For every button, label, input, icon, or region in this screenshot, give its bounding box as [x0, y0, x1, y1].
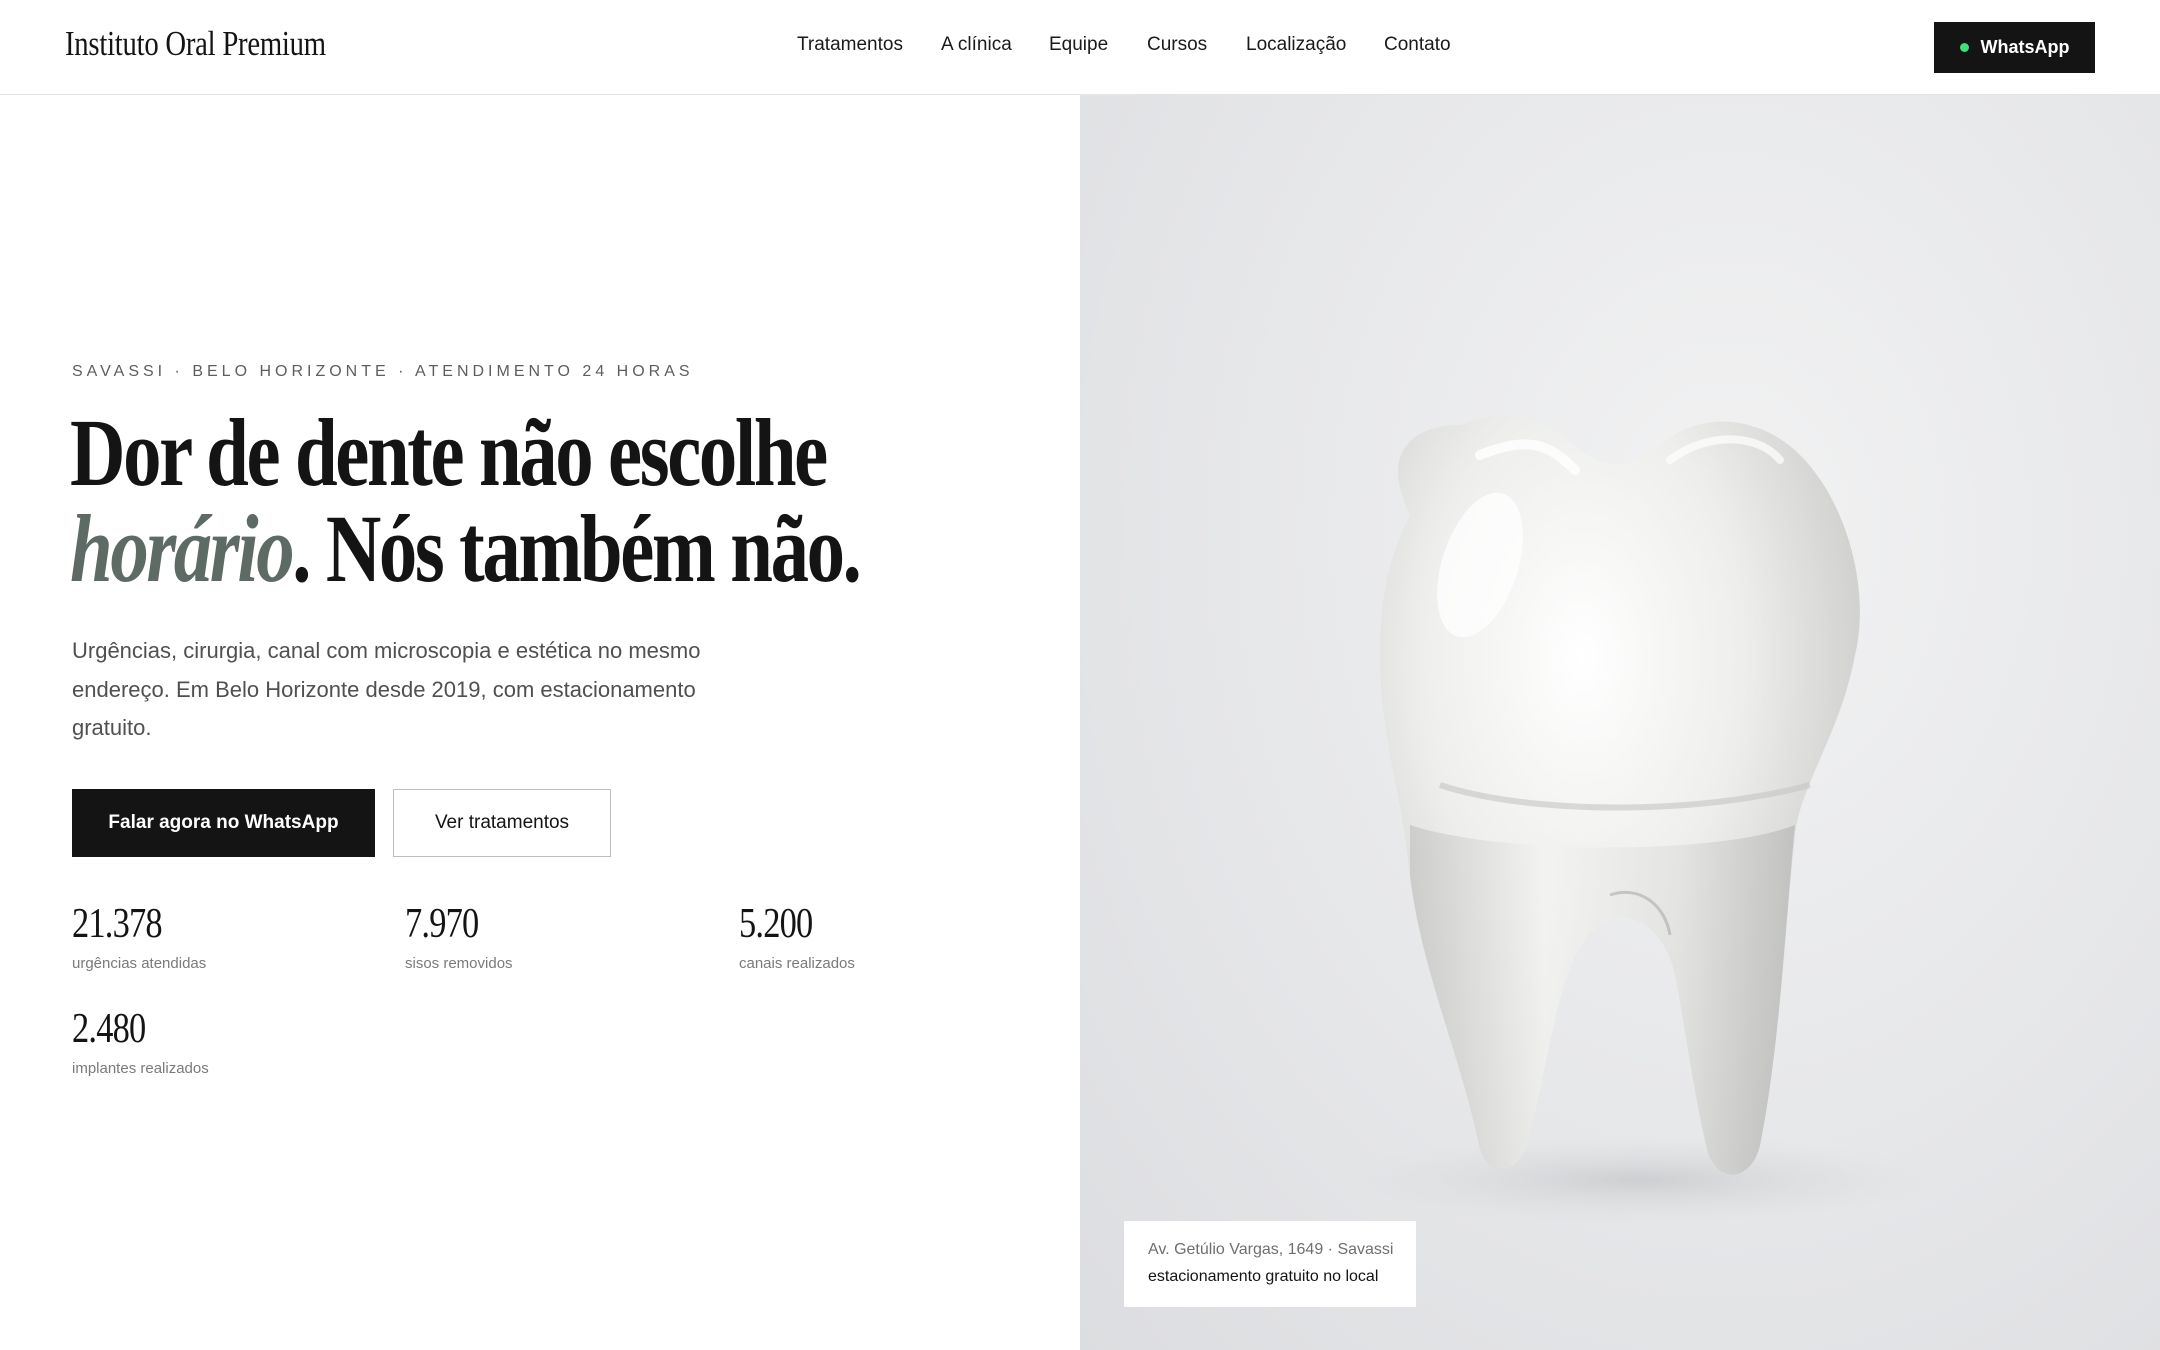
- headline-line-1: Dor de dente não escolhe: [70, 399, 828, 506]
- nav-contato[interactable]: Contato: [1384, 34, 1451, 56]
- main-nav: Tratamentos A clínica Equipe Cursos Loca…: [0, 34, 2160, 64]
- view-treatments-button[interactable]: Ver tratamentos: [393, 789, 611, 857]
- stat-value: 7.970: [405, 901, 479, 947]
- hero-lead: Urgências, cirurgia, canal com microscop…: [72, 638, 701, 740]
- hero-eyebrow: SAVASSI · BELO HORIZONTE · ATENDIMENTO 2…: [72, 363, 694, 380]
- tooth-illustration: [1340, 414, 1940, 1225]
- site-header: Instituto Oral Premium Tratamentos A clí…: [0, 0, 2160, 95]
- stat-value: 2.480: [72, 1006, 146, 1052]
- stat-implantes: 2.480 implantes realizados: [72, 1008, 209, 1077]
- nav-cursos[interactable]: Cursos: [1147, 34, 1207, 56]
- stat-label: implantes realizados: [72, 1060, 209, 1077]
- nav-a-clinica[interactable]: A clínica: [941, 34, 1012, 56]
- stat-canais: 5.200 canais realizados: [739, 903, 855, 972]
- stat-label: sisos removidos: [405, 955, 513, 972]
- whatsapp-cta-button[interactable]: Falar agora no WhatsApp: [72, 789, 375, 857]
- whatsapp-header-button[interactable]: WhatsApp: [1934, 22, 2095, 73]
- hero-tooth-image: [1080, 95, 2160, 1350]
- address-card: Av. Getúlio Vargas, 1649 · Savassi estac…: [1124, 1221, 1416, 1307]
- stat-sisos: 7.970 sisos removidos: [405, 903, 513, 972]
- address-line: Av. Getúlio Vargas, 1649 · Savassi: [1148, 1241, 1394, 1258]
- parking-note: estacionamento gratuito no local: [1148, 1268, 1379, 1285]
- hero-headline: Dor de dente não escolhe horário. Nós ta…: [70, 405, 862, 597]
- headline-italic-word: horário: [70, 495, 295, 602]
- nav-tratamentos[interactable]: Tratamentos: [797, 34, 903, 56]
- online-status-dot-icon: [1959, 43, 1969, 52]
- stat-label: canais realizados: [739, 955, 855, 972]
- stat-label: urgências atendidas: [72, 955, 207, 972]
- headline-line-2: . Nós também não.: [292, 495, 862, 602]
- nav-localizacao[interactable]: Localização: [1246, 34, 1346, 56]
- whatsapp-header-label: WhatsApp: [1980, 37, 2070, 57]
- stat-urgencias: 21.378 urgências atendidas: [72, 903, 206, 972]
- stat-value: 5.200: [739, 901, 813, 947]
- nav-equipe[interactable]: Equipe: [1049, 34, 1108, 56]
- stat-value: 21.378: [72, 901, 163, 947]
